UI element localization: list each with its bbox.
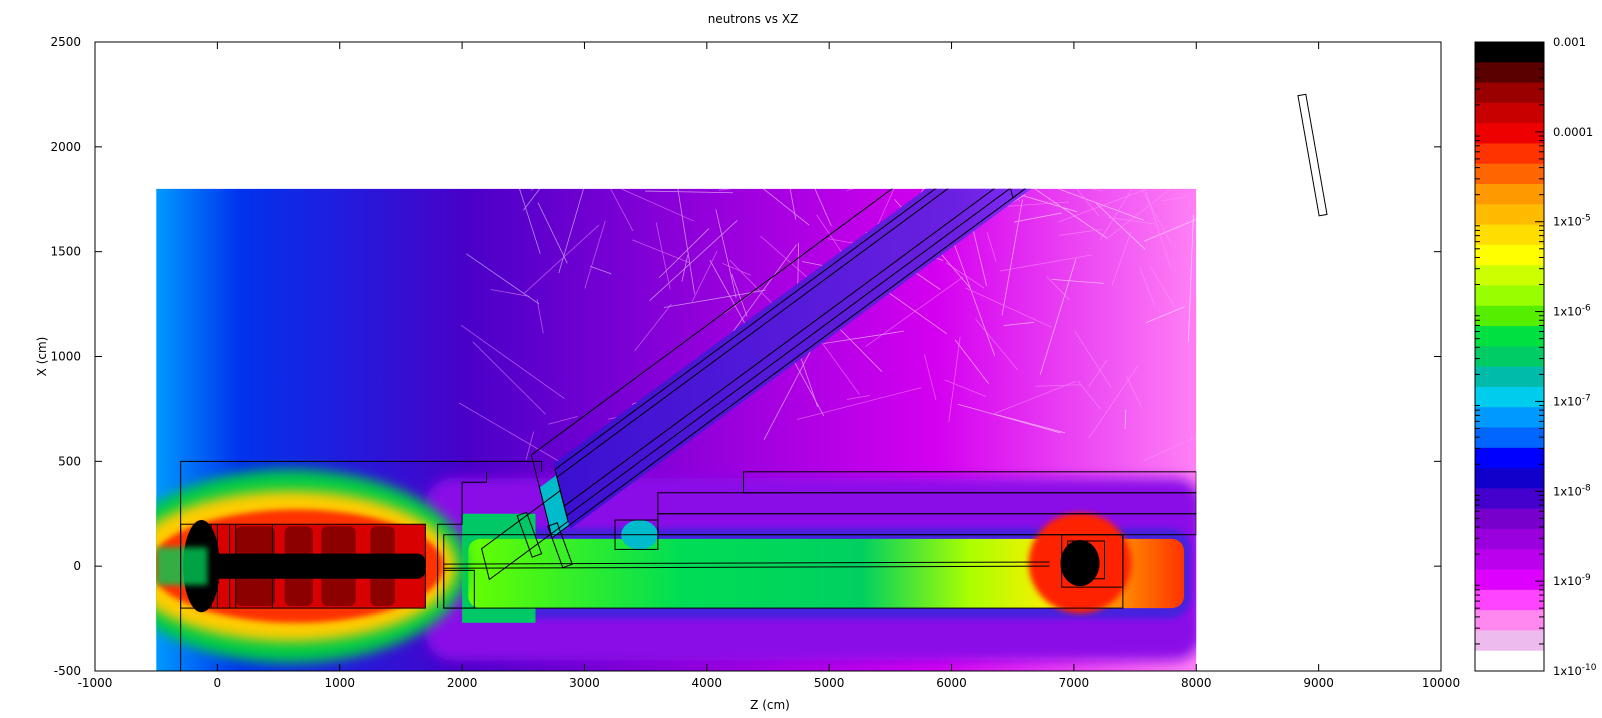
colorbar-swatch-26 [1475,569,1544,591]
absorber-spot [990,131,1042,183]
x-axis-label: Z (cm) [750,698,790,712]
x-tick-label-5: 4000 [692,676,723,690]
colorbar-swatch-14 [1475,326,1544,347]
x-tick-label-3: 2000 [447,676,478,690]
y-tick-label-4: 1500 [50,245,81,259]
x-tick-label-8: 7000 [1059,676,1090,690]
colorbar-swatch-12 [1475,285,1544,307]
colorbar-tick-label-1: 0.0001 [1553,125,1593,139]
colorbar-swatch-25 [1475,549,1544,571]
colorbar-swatch-3 [1475,102,1544,124]
colorbar-swatch-20 [1475,447,1544,469]
colorbar-swatch-15 [1475,346,1544,368]
colorbar-swatch-9 [1475,224,1544,246]
colorbar-swatch-5 [1475,143,1544,165]
colorbar-tick-label-3: 1x10-6 [1553,304,1591,319]
y-tick-label-1: 0 [73,559,81,573]
colorbar-swatch-21 [1475,468,1544,489]
heatmap-chart: neutrons vs XZ -1000 0 1000 2000 3000 4000 500… [0,0,1602,714]
colorbar-swatch-4 [1475,123,1544,145]
x-tick-label-11: 10000 [1422,676,1460,690]
colorbar-tick-label-2: 1x10-5 [1553,214,1591,229]
colorbar-swatch-10 [1475,244,1544,266]
colorbar-swatch-22 [1475,488,1544,510]
colorbar-swatch-19 [1475,427,1544,449]
x-tick-label-6: 5000 [814,676,845,690]
colorbar: 0.001 0.0001 1x10-5 1x10-6 1x10-7 1x10-8 1x10-… [1474,35,1597,678]
chart-title: neutrons vs XZ [708,12,799,26]
colorbar-swatch-16 [1475,366,1544,388]
y-tick-label-3: 1000 [50,350,81,364]
x-tick-label-10: 9000 [1303,676,1334,690]
remote-detector-outline [1297,93,1328,217]
colorbar-swatch-2 [1475,82,1544,104]
chart-svg: neutrons vs XZ -1000 0 1000 2000 3000 4000 500… [35,12,1597,712]
colorbar-swatch-17 [1475,386,1544,408]
detector-outline-outside [1297,93,1328,217]
colorbar-swatch-29 [1475,630,1544,652]
y-tick-label-2: 500 [58,454,81,468]
colorbar-swatch-18 [1475,407,1544,429]
colorbar-tick-label-5: 1x10-8 [1553,483,1591,498]
colorbar-tick-label-6: 1x10-9 [1553,573,1591,588]
x-tick-label-1: 0 [214,676,222,690]
x-tick-label-9: 8000 [1181,676,1212,690]
colorbar-swatch-13 [1475,305,1544,327]
x-tick-label-4: 3000 [569,676,600,690]
colorbar-swatch-23 [1475,508,1544,530]
absorber-outline [1010,188,1026,199]
colorbar-swatch-7 [1475,184,1544,205]
colorbar-swatch-27 [1475,589,1544,611]
beamline-core [205,553,426,579]
x-tick-label-2: 1000 [324,676,355,690]
colorbar-swatch-8 [1475,204,1544,226]
colorbar-swatch-6 [1475,163,1544,185]
colorbar-swatch-24 [1475,528,1544,550]
left-edge-green [156,547,208,586]
colorbar-tick-label-7: 1x10-10 [1553,663,1597,678]
y-axis-label: X (cm) [35,337,49,377]
colorbar-swatch-28 [1475,610,1544,632]
x-tick-label-7: 6000 [936,676,967,690]
y-tick-label-0: -500 [54,664,81,678]
y-tick-label-5: 2000 [50,140,81,154]
colorbar-swatch-30 [1475,650,1544,672]
colorbar-swatch-11 [1475,265,1544,287]
colorbar-swatch-0 [1475,42,1544,63]
x-tick-label-0: -1000 [78,676,113,690]
colorbar-swatch-1 [1475,62,1544,84]
colorbar-tick-label-4: 1x10-7 [1553,393,1591,408]
colorbar-tick-label-0: 0.001 [1553,35,1586,49]
y-tick-label-6: 2500 [50,35,81,49]
